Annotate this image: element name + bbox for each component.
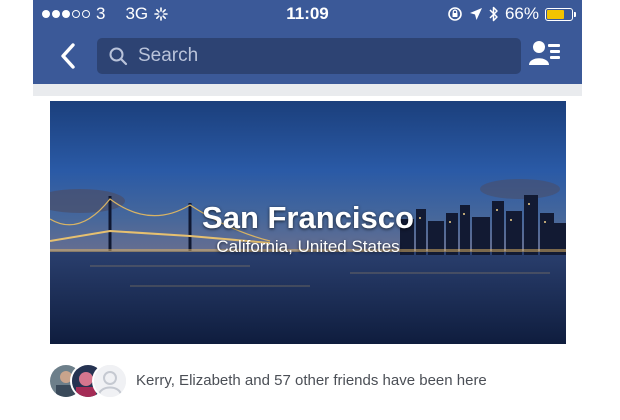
phone-screen: 3 3G 11:09 66% Search San Francisco Cali… (33, 0, 582, 420)
friends-list-icon[interactable] (528, 38, 562, 72)
friend-avatars (48, 363, 128, 399)
rotation-lock-icon (448, 7, 462, 21)
cover-photo[interactable]: San Francisco California, United States (50, 101, 566, 344)
friends-visited-row[interactable]: Kerry, Elizabeth and 57 other friends ha… (48, 362, 568, 399)
battery-icon (545, 7, 576, 21)
battery-percent: 66% (504, 4, 539, 23)
location-arrow-icon (469, 8, 482, 20)
place-card: San Francisco California, United States … (33, 96, 582, 420)
search-icon (109, 47, 128, 66)
back-chevron-icon[interactable] (55, 40, 81, 72)
status-bar: 3 3G 11:09 66% (33, 0, 582, 28)
friends-visited-text: Kerry, Elizabeth and 57 other friends ha… (136, 371, 487, 389)
status-right: 66% (447, 4, 576, 24)
search-bar[interactable] (97, 38, 521, 74)
place-subtitle: California, United States (216, 237, 400, 256)
navigation-bar (33, 28, 582, 84)
search-input[interactable] (136, 44, 520, 68)
place-title: San Francisco (202, 200, 414, 235)
avatar (92, 363, 128, 399)
bluetooth-icon (489, 6, 498, 22)
